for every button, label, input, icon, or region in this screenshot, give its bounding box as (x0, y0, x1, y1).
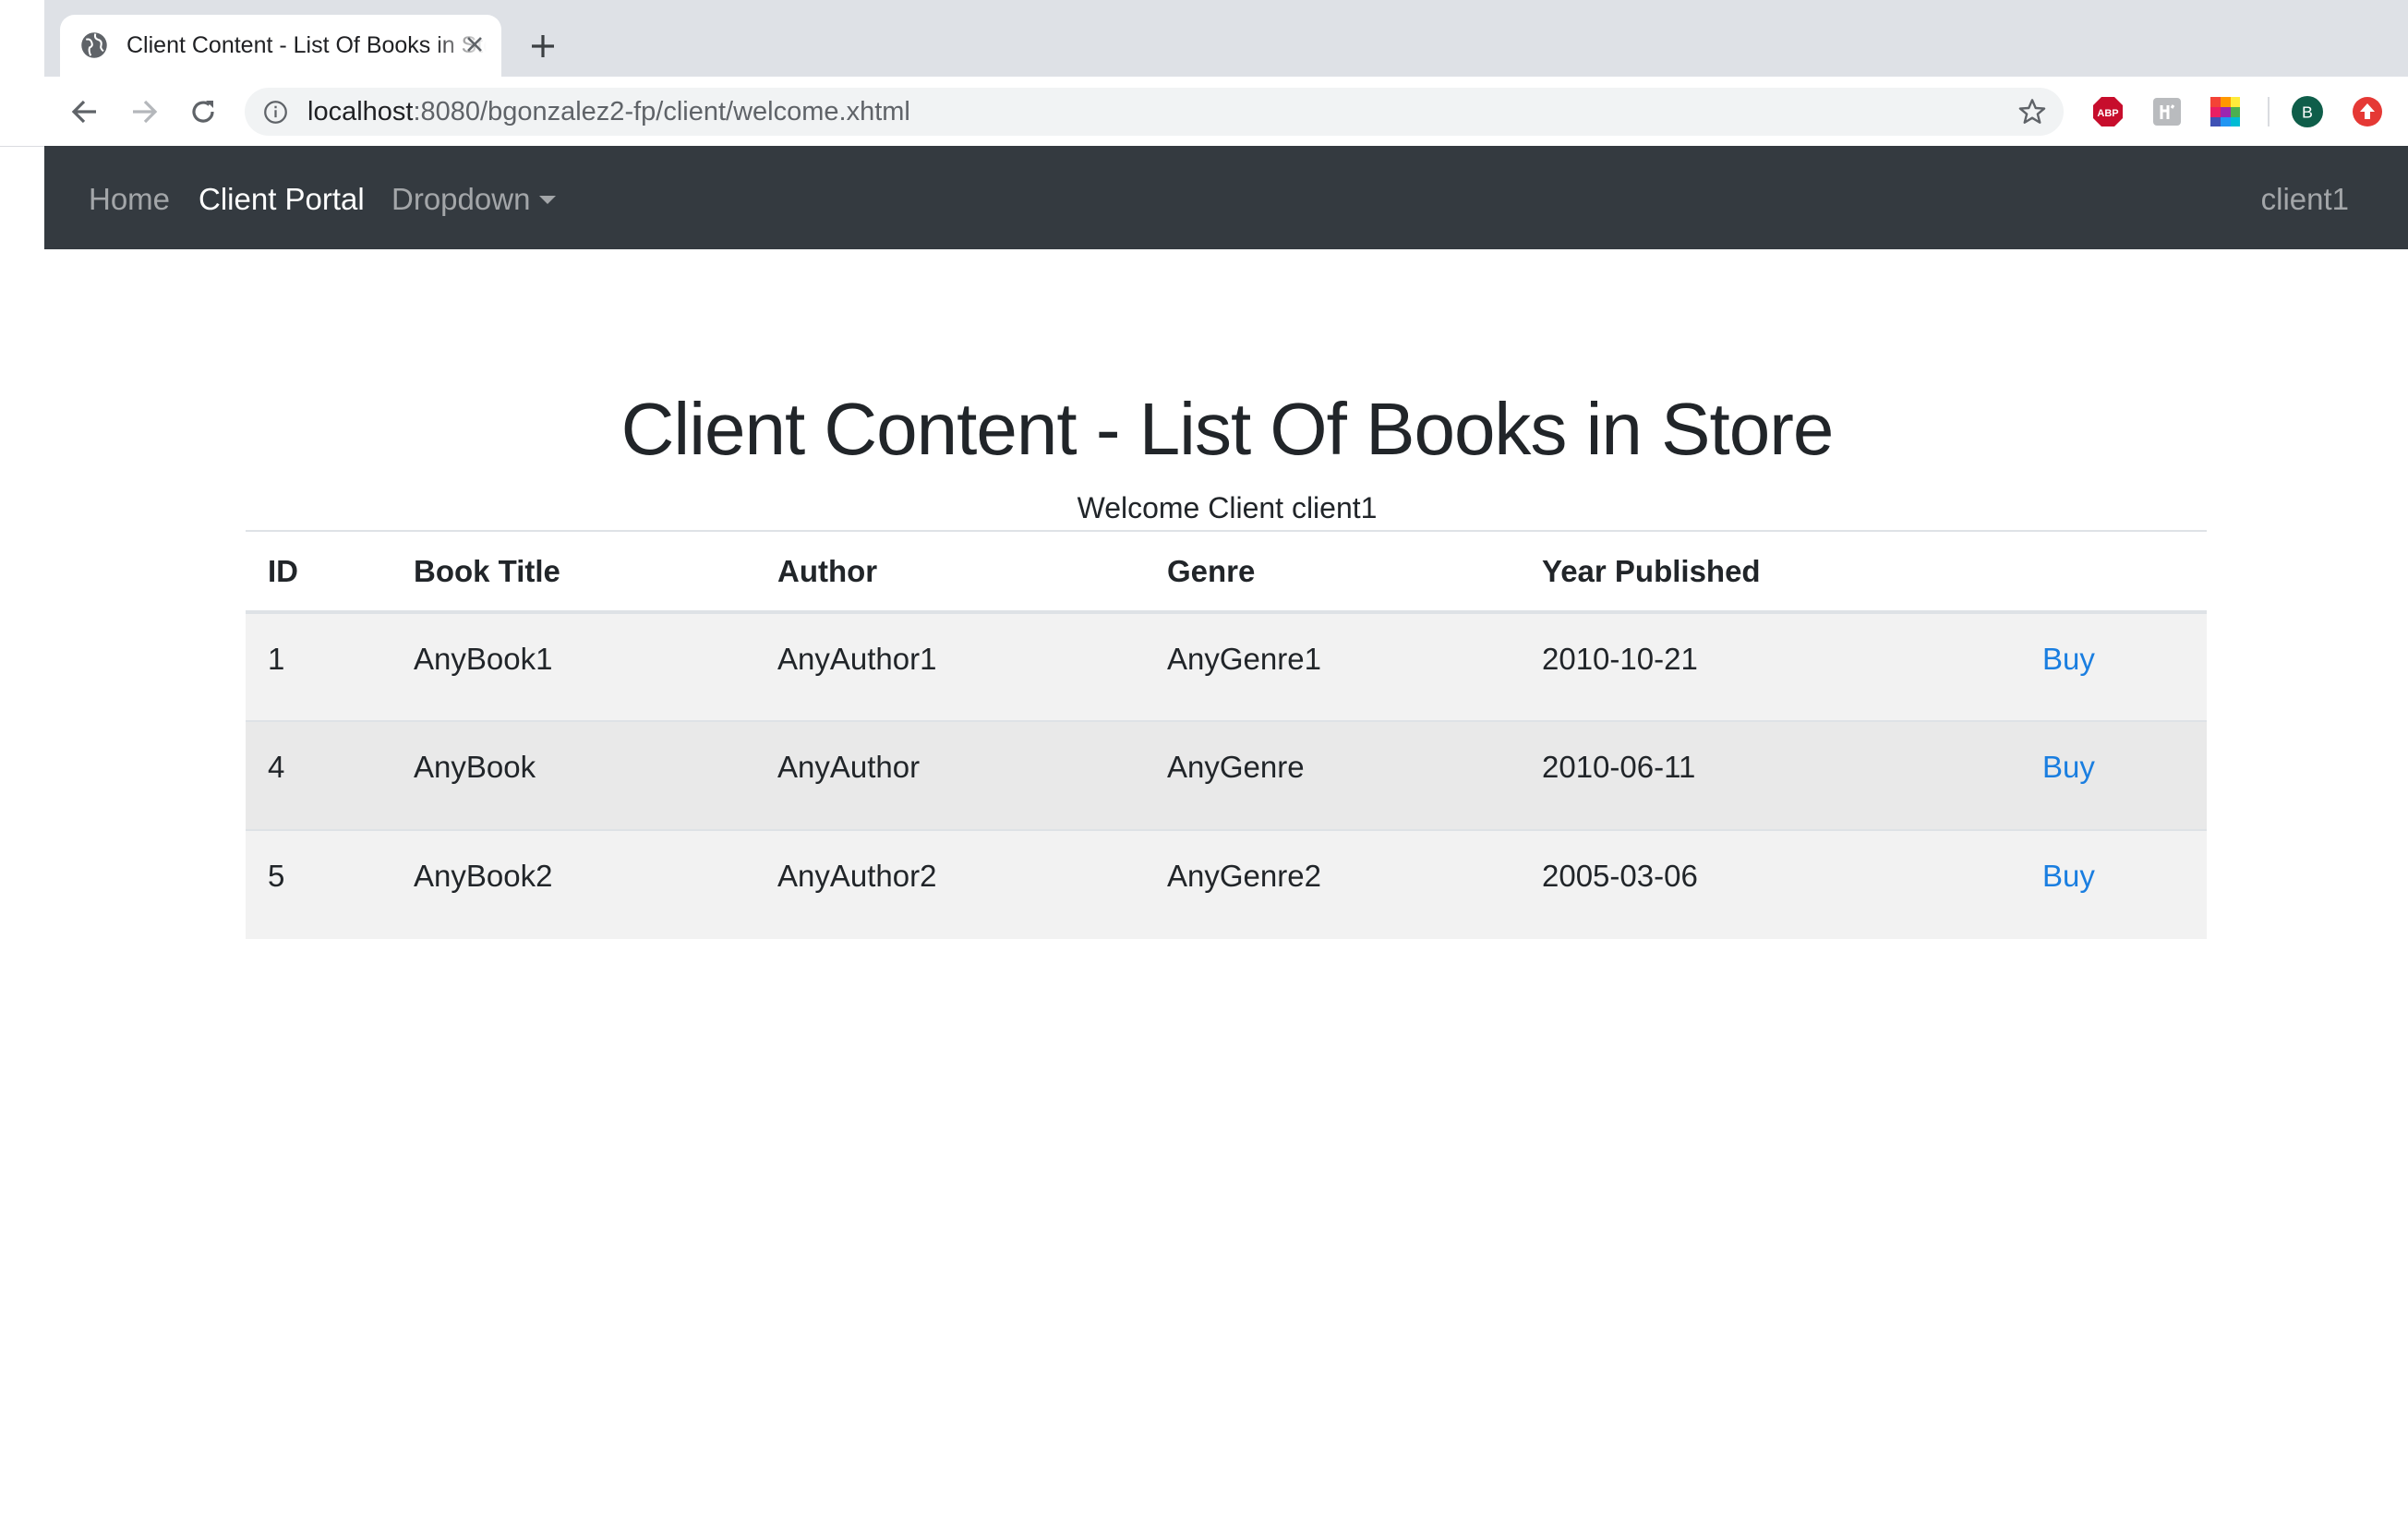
profile-initial: B (2302, 102, 2313, 121)
table-row: 4 AnyBook AnyAuthor AnyGenre 2010-06-11 … (246, 720, 2207, 830)
extension-icon[interactable] (2151, 96, 2183, 127)
cell-author: AnyAuthor (755, 720, 1145, 830)
site-navbar: Home Client Portal Dropdown client1 (44, 146, 2408, 249)
url-text[interactable]: localhost:8080/bgonzalez2-fp/client/welc… (307, 97, 910, 126)
buy-link[interactable]: Buy (2042, 859, 2095, 893)
header-year-published: Year Published (1520, 530, 2020, 614)
toolbar-separator (2268, 97, 2270, 126)
cell-action: Buy (2020, 829, 2207, 939)
upload-icon[interactable] (2352, 96, 2383, 127)
cell-id: 5 (246, 829, 391, 939)
cell-author: AnyAuthor2 (755, 829, 1145, 939)
cell-action: Buy (2020, 611, 2207, 721)
cell-action: Buy (2020, 720, 2207, 830)
back-arrow-icon[interactable] (66, 93, 103, 130)
caret-down-icon (539, 196, 557, 204)
nav-client-portal-link[interactable]: Client Portal (199, 181, 365, 218)
table-header-row: ID Book Title Author Genre Year Publishe… (246, 530, 2207, 614)
tab-title: Client Content - List Of Books in Store (126, 32, 487, 58)
browser-tab[interactable]: Client Content - List Of Books in Store (60, 15, 501, 77)
globe-icon (81, 32, 107, 58)
nav-home-link[interactable]: Home (89, 181, 170, 218)
site-info-icon[interactable] (263, 100, 288, 125)
cell-id: 4 (246, 720, 391, 830)
url-path: :8080/bgonzalez2-fp/client/welcome.xhtml (413, 97, 910, 126)
cell-title: AnyBook2 (391, 829, 755, 939)
nav-dropdown-toggle[interactable]: Dropdown (391, 181, 557, 218)
color-picker-icon[interactable] (2209, 96, 2241, 127)
buy-link[interactable]: Buy (2042, 642, 2095, 676)
cell-year: 2005-03-06 (1520, 829, 2020, 939)
forward-arrow-icon[interactable] (126, 93, 163, 130)
url-host: localhost (307, 97, 414, 126)
svg-text:ABP: ABP (2097, 108, 2118, 119)
adblock-plus-icon[interactable]: ABP (2092, 96, 2124, 127)
cell-id: 1 (246, 611, 391, 721)
cell-title: AnyBook (391, 720, 755, 830)
page-title: Client Content - List Of Books in Store (620, 388, 1835, 470)
books-table: ID Book Title Author Genre Year Publishe… (246, 530, 2207, 939)
nav-dropdown-label: Dropdown (391, 182, 531, 216)
cell-year: 2010-06-11 (1520, 720, 2020, 830)
cell-genre: AnyGenre1 (1145, 611, 1520, 721)
cell-author: AnyAuthor1 (755, 611, 1145, 721)
profile-avatar[interactable]: B (2292, 96, 2323, 127)
header-action (2020, 530, 2207, 614)
address-bar[interactable]: localhost:8080/bgonzalez2-fp/client/welc… (245, 88, 2064, 136)
browser-toolbar: localhost:8080/bgonzalez2-fp/client/welc… (0, 77, 2408, 147)
cell-genre: AnyGenre2 (1145, 829, 1520, 939)
header-genre: Genre (1145, 530, 1520, 614)
reload-icon[interactable] (185, 93, 222, 130)
buy-link[interactable]: Buy (2042, 750, 2095, 784)
cell-genre: AnyGenre (1145, 720, 1520, 830)
header-author: Author (755, 530, 1145, 614)
window-edge (0, 0, 44, 1529)
close-tab-icon[interactable] (458, 28, 491, 61)
new-tab-icon[interactable] (523, 26, 563, 66)
cell-title: AnyBook1 (391, 611, 755, 721)
table-row: 5 AnyBook2 AnyAuthor2 AnyGenre2 2005-03-… (246, 829, 2207, 939)
bookmark-star-icon[interactable] (2017, 97, 2047, 126)
header-id: ID (246, 530, 391, 614)
nav-user-link[interactable]: client1 (2261, 181, 2349, 218)
books-table-container: ID Book Title Author Genre Year Publishe… (246, 530, 2207, 939)
header-book-title: Book Title (391, 530, 755, 614)
welcome-message: Welcome Client client1 (1077, 491, 1378, 524)
table-row: 1 AnyBook1 AnyAuthor1 AnyGenre1 2010-10-… (246, 611, 2207, 721)
cell-year: 2010-10-21 (1520, 611, 2020, 721)
